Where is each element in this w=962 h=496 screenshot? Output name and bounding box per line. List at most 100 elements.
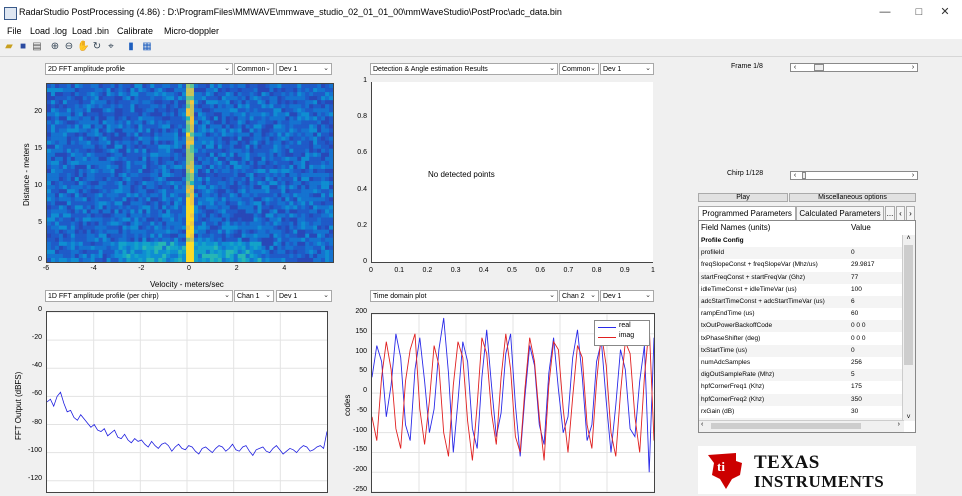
colorbar-icon[interactable]: ▮ — [125, 41, 137, 53]
p3-chan-select[interactable]: Chan 1 ⌄ — [234, 290, 274, 302]
heatmap-cell — [154, 120, 159, 125]
menu-load-bin[interactable]: Load .bin — [72, 26, 109, 36]
chirp-slider-thumb[interactable] — [801, 172, 806, 179]
tab-calculated[interactable]: Calculated Parameters — [796, 206, 884, 220]
legend-icon[interactable]: ▦ — [141, 41, 153, 53]
chevron-right-icon[interactable]: › — [898, 421, 900, 428]
heatmap-cell — [62, 156, 68, 162]
heatmap-cell — [229, 189, 234, 194]
heatmap-cell — [249, 140, 254, 145]
heatmap-cell — [325, 241, 330, 247]
menu-calibrate[interactable]: Calibrate — [117, 26, 153, 36]
hscroll-thumb[interactable] — [711, 423, 861, 429]
heatmap-cell — [305, 108, 310, 113]
chevron-down-icon[interactable]: ˅ — [904, 414, 913, 421]
minimize-button[interactable]: — — [868, 0, 902, 25]
menu-micro-doppler[interactable]: Micro-doppler — [164, 26, 219, 36]
heatmap-cell — [122, 144, 127, 150]
p2-device-select[interactable]: Dev 1 ⌄ — [600, 63, 654, 75]
arrow-left-icon[interactable]: ‹ — [791, 63, 799, 72]
param-table-hscroll[interactable]: ‹ › — [699, 420, 904, 432]
vscroll-thumb[interactable] — [904, 245, 913, 365]
play-button[interactable]: Play — [698, 193, 788, 202]
param-table-row[interactable]: adcStartTimeConst + adcStartTimeVar (us)… — [699, 296, 904, 308]
heatmap-cell — [66, 205, 72, 210]
data-cursor-icon[interactable]: ⌖ — [105, 41, 117, 53]
close-button[interactable]: ✕ — [928, 0, 962, 25]
param-table-row[interactable]: profileId 0 — [699, 247, 904, 260]
heatmap-cell — [317, 257, 322, 262]
heatmap-cell — [126, 104, 131, 109]
fft1d-plot[interactable] — [46, 311, 328, 493]
p2-mode-select[interactable]: Common ⌄ — [559, 63, 599, 75]
tab-scroll-left[interactable]: ‹ — [896, 206, 905, 220]
param-table-row[interactable]: digOutSampleRate (Mhz) 5 — [699, 369, 904, 382]
save-icon[interactable]: ■ — [17, 41, 29, 53]
param-table-row[interactable]: numAdcSamples 256 — [699, 357, 904, 369]
chevron-down-icon: ⌄ — [224, 65, 230, 72]
heatmap-cell — [90, 173, 95, 178]
rotate-icon[interactable]: ↻ — [91, 41, 103, 53]
param-table-row[interactable]: startFreqConst + startFreqVar (Ghz) 77 — [699, 271, 904, 284]
frame-slider-thumb[interactable] — [813, 64, 824, 71]
chevron-up-icon[interactable]: ˄ — [904, 235, 913, 242]
p1-mode-select[interactable]: Common ⌄ — [234, 63, 274, 75]
param-table-row[interactable]: freqSlopeConst + freqSlopeVar (Mhz/us) 29… — [699, 259, 904, 272]
heatmap-cell — [150, 152, 155, 158]
open-folder-icon[interactable]: ▰ — [3, 41, 15, 53]
heatmap-cell — [86, 84, 91, 89]
param-table-row[interactable]: txOutPowerBackoffCode 0 0 0 — [699, 320, 904, 333]
heatmap-cell — [237, 193, 242, 198]
tab-programmed[interactable]: Programmed Parameters — [698, 206, 796, 220]
heatmap-cell — [150, 233, 155, 239]
heatmap-cell — [186, 108, 191, 113]
print-icon[interactable]: ▤ — [31, 41, 43, 53]
heatmap-cell — [249, 100, 254, 105]
heatmap-cell — [257, 84, 262, 89]
heatmap-cell — [126, 257, 131, 262]
param-table-row[interactable]: txStartTime (us) 0 — [699, 344, 904, 357]
pan-icon[interactable]: ✋ — [77, 41, 89, 53]
zoom-out-icon[interactable]: ⊖ — [63, 41, 75, 53]
menu-load-log[interactable]: Load .log — [30, 26, 67, 36]
param-table[interactable]: Field Names (units) Value Profile Config… — [698, 220, 916, 433]
p4-device-select[interactable]: Dev 1 ⌄ — [600, 290, 654, 302]
heatmap-cell — [130, 253, 135, 259]
p3-plot-select[interactable]: 1D FFT amplitude profile (per chirp) ⌄ — [45, 290, 233, 302]
param-table-vscroll[interactable]: ˄ ˅ — [902, 235, 915, 421]
heatmap-cell — [166, 164, 171, 170]
detection-plot[interactable]: No detected points — [371, 82, 653, 263]
param-table-row[interactable]: Profile Config — [699, 235, 904, 247]
heatmap-cell — [126, 221, 131, 226]
heatmap-plot[interactable] — [46, 83, 334, 263]
param-table-row[interactable]: idleTimeConst + idleTimeVar (us) 100 — [699, 283, 904, 296]
tab-more[interactable]: ... — [885, 206, 895, 220]
chirp-slider[interactable]: ‹ › — [790, 171, 918, 180]
param-table-row[interactable]: rxGain (dB) 30 — [699, 405, 904, 418]
menu-file[interactable]: File — [7, 26, 22, 36]
tab-scroll-right[interactable]: › — [906, 206, 915, 220]
heatmap-cell — [289, 233, 294, 239]
p1-device-select[interactable]: Dev 1 ⌄ — [276, 63, 332, 75]
p3-device-select[interactable]: Dev 1 ⌄ — [276, 290, 332, 302]
arrow-left-icon[interactable]: ‹ — [791, 171, 799, 180]
time-domain-plot[interactable]: real imag — [371, 313, 655, 493]
chevron-left-icon[interactable]: ‹ — [701, 421, 703, 428]
p4-chan-select[interactable]: Chan 2 ⌄ — [559, 290, 599, 302]
p1-plot-select[interactable]: 2D FFT amplitude profile ⌄ — [45, 63, 233, 75]
param-table-row[interactable]: hpfCornerFreq2 (Khz) 350 — [699, 393, 904, 406]
p4-plot-select[interactable]: Time domain plot ⌄ — [370, 290, 558, 302]
arrow-right-icon[interactable]: › — [909, 63, 917, 72]
p2-plot-select[interactable]: Detection & Angle estimation Results ⌄ — [370, 63, 558, 75]
param-table-row[interactable]: txPhaseShifter (deg) 0 0 0 — [699, 332, 904, 345]
param-table-row[interactable]: rampEndTime (us) 60 — [699, 308, 904, 321]
param-table-row[interactable]: hpfCornerFreq1 (Khz) 175 — [699, 381, 904, 394]
heatmap-cell — [74, 152, 80, 158]
heatmap-cell — [277, 185, 282, 190]
heatmap-cell — [106, 237, 111, 243]
zoom-in-icon[interactable]: ⊕ — [49, 41, 61, 53]
heatmap-cell — [126, 229, 131, 234]
frame-slider[interactable]: ‹ › — [790, 63, 918, 72]
arrow-right-icon[interactable]: › — [909, 171, 917, 180]
misc-options-button[interactable]: Miscellaneous options — [789, 193, 916, 202]
